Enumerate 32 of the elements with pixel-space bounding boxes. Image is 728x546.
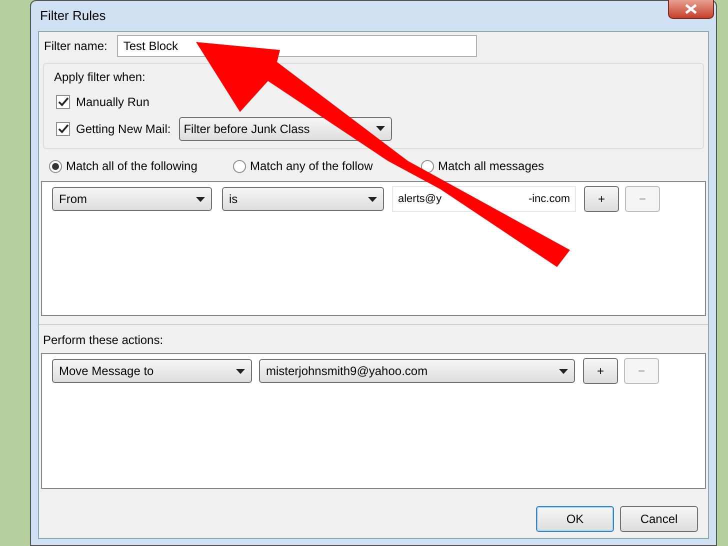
window-title: Filter Rules [40, 7, 106, 26]
radio-label[interactable]: Match any of the follow [250, 157, 373, 175]
filter-name-label: Filter name: [44, 38, 108, 55]
value-text: -inc.com [528, 192, 570, 207]
caret-icon [236, 368, 245, 374]
add-button[interactable]: + [584, 186, 619, 212]
radio-button[interactable] [49, 160, 62, 172]
radio-button[interactable] [233, 160, 246, 172]
action-dropdown[interactable]: Move Message to [52, 359, 252, 383]
field-dropdown[interactable]: From [52, 187, 212, 211]
actions-label: Perform these actions: [43, 333, 164, 347]
dialog-button[interactable]: OK [536, 506, 614, 532]
close-button[interactable] [668, 0, 714, 19]
caret-icon [559, 368, 568, 374]
checkbox[interactable] [56, 122, 70, 136]
radio-label[interactable]: Match all messages [438, 157, 544, 175]
radio-button[interactable] [421, 160, 434, 172]
value-text: alerts@y [398, 192, 442, 207]
operator-dropdown[interactable]: is [222, 187, 384, 211]
radio-label[interactable]: Match all of the following [66, 157, 198, 175]
close-icon [685, 4, 697, 14]
caret-icon [196, 196, 205, 202]
checkbox-label[interactable]: Manually Run [76, 92, 150, 110]
dialog-button[interactable]: Cancel [620, 506, 698, 532]
caret-icon [376, 126, 385, 131]
folder-dropdown[interactable]: misterjohnsmith9@yahoo.com [259, 359, 575, 383]
checkbox[interactable] [56, 94, 70, 108]
add-button[interactable]: + [583, 358, 618, 384]
filter-name-field[interactable]: Test Block [117, 35, 478, 57]
checkbox-label[interactable]: Getting New Mail: [76, 120, 171, 138]
group-label: Apply filter when: [54, 69, 146, 86]
caret-icon [368, 196, 377, 202]
